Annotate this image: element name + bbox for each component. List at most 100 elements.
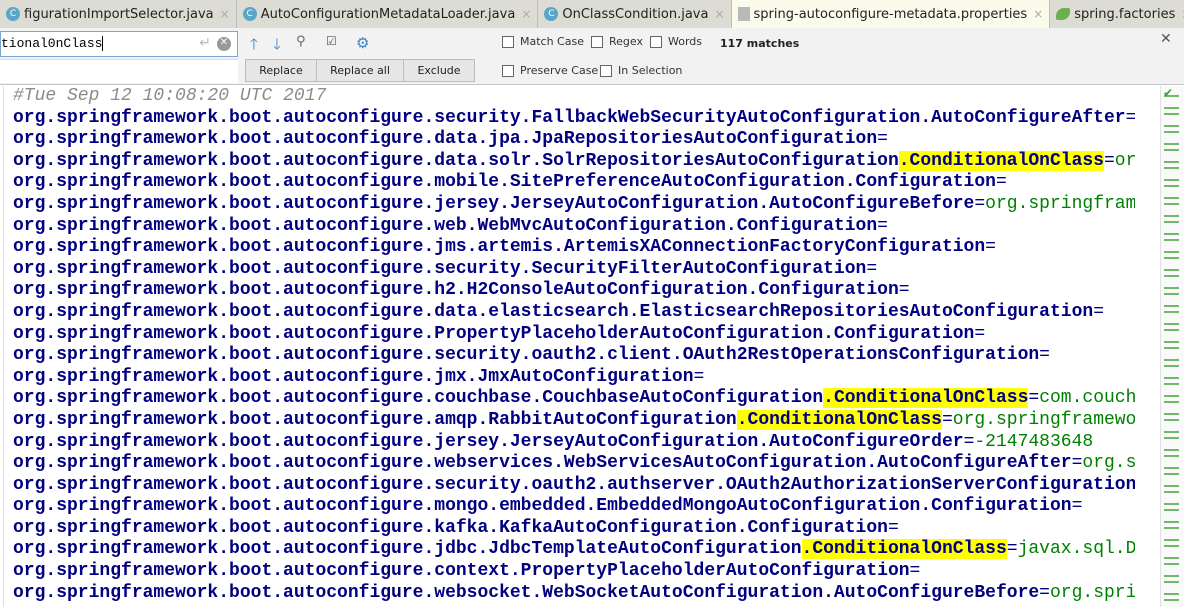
tab-3[interactable]: spring-autoconfigure-metadata.properties… [731, 0, 1051, 28]
match-marker[interactable] [1164, 383, 1179, 385]
match-marker[interactable] [1164, 107, 1179, 109]
match-marker[interactable] [1164, 197, 1179, 199]
match-marker[interactable] [1164, 167, 1179, 169]
match-marker[interactable] [1164, 275, 1179, 277]
replace-button[interactable]: Replace [245, 59, 317, 82]
close-tab-icon[interactable]: × [521, 7, 531, 21]
in-selection-checkbox[interactable]: In Selection [600, 64, 682, 77]
property-value: org.springframework.boot [1049, 582, 1135, 603]
java-class-icon: C [544, 7, 559, 21]
match-case-checkbox[interactable]: Match Case [502, 35, 584, 48]
match-marker[interactable] [1164, 419, 1179, 421]
match-marker[interactable] [1164, 437, 1179, 439]
code-editor[interactable]: #Tue Sep 12 10:08:20 UTC 2017 org.spring… [3, 86, 1135, 607]
property-key: org.springframework.boot.autoconfigure.h… [13, 280, 899, 301]
match-marker[interactable] [1164, 365, 1179, 367]
match-marker[interactable] [1164, 359, 1179, 361]
match-marker[interactable] [1164, 527, 1179, 529]
close-icon[interactable]: ✕ [1160, 31, 1172, 47]
error-stripe-scrollbar[interactable] [1160, 86, 1184, 607]
property-line: org.springframework.boot.autoconfigure.m… [4, 496, 1135, 518]
tab-1[interactable]: C AutoConfigurationMetadataLoader.java × [236, 0, 539, 28]
close-tab-icon[interactable]: × [714, 7, 724, 21]
property-key: org.springframework.boot.autoconfigure.s… [13, 474, 1135, 495]
match-marker[interactable] [1164, 185, 1179, 187]
preserve-case-checkbox[interactable]: Preserve Case [502, 64, 598, 77]
match-marker[interactable] [1164, 449, 1179, 451]
match-marker[interactable] [1164, 593, 1179, 595]
tab-4[interactable]: spring.factories× [1050, 0, 1184, 28]
match-marker[interactable] [1164, 239, 1179, 241]
property-key: org.springframework.boot.autoconfigure.P… [13, 323, 975, 344]
match-marker[interactable] [1164, 347, 1179, 349]
next-occurrence-icon[interactable]: 🡓 [273, 34, 281, 59]
property-value: org.apache.solr.client.solrj.SolrClient [1114, 150, 1135, 171]
match-marker[interactable] [1164, 563, 1179, 565]
property-line: org.springframework.boot.autoconfigure.h… [4, 280, 1135, 302]
tab-label: spring-autoconfigure-metadata.properties [753, 6, 1028, 22]
exclude-button[interactable]: Exclude [403, 59, 475, 82]
match-marker[interactable] [1164, 329, 1179, 331]
property-key: org.springframework.boot.autoconfigure.s… [13, 345, 1040, 366]
close-tab-icon[interactable]: × [1033, 7, 1043, 21]
property-key: org.springframework.boot.autoconfigure.k… [13, 517, 888, 538]
match-marker[interactable] [1164, 557, 1179, 559]
match-marker[interactable] [1164, 599, 1179, 601]
previous-occurrence-icon[interactable]: 🡑 [250, 34, 258, 59]
match-marker[interactable] [1164, 251, 1179, 253]
match-marker[interactable] [1164, 491, 1179, 493]
match-marker[interactable] [1164, 179, 1179, 181]
tab-0[interactable]: CfigurationImportSelector.java × [0, 0, 237, 28]
match-marker[interactable] [1164, 539, 1179, 541]
clear-icon[interactable]: ✕ [217, 37, 231, 51]
match-marker[interactable] [1164, 269, 1179, 271]
match-marker[interactable] [1164, 287, 1179, 289]
match-marker[interactable] [1164, 293, 1179, 295]
select-all-occurrences-icon[interactable]: ⚲ [296, 34, 306, 49]
match-marker[interactable] [1164, 341, 1179, 343]
match-case-label: Match Case [520, 35, 584, 48]
search-input[interactable]: tional0nClass ↵ ✕ [0, 31, 238, 57]
match-marker[interactable] [1164, 125, 1179, 127]
words-checkbox[interactable]: Words [650, 35, 702, 48]
replace-all-button[interactable]: Replace all [316, 59, 404, 82]
match-marker[interactable] [1164, 503, 1179, 505]
match-marker[interactable] [1164, 113, 1179, 115]
match-marker[interactable] [1164, 581, 1179, 583]
match-marker[interactable] [1164, 323, 1179, 325]
match-marker[interactable] [1164, 221, 1179, 223]
match-marker[interactable] [1164, 131, 1179, 133]
match-marker[interactable] [1164, 215, 1179, 217]
match-marker[interactable] [1164, 257, 1179, 259]
close-tab-icon[interactable]: × [220, 7, 230, 21]
match-marker[interactable] [1164, 485, 1179, 487]
find-replace-bar: tional0nClass ↵ ✕ 🡑 🡓 ⚲ ☑ ⚙ Replace Repl… [0, 28, 1184, 85]
replace-input[interactable] [0, 59, 238, 83]
match-marker[interactable] [1164, 545, 1179, 547]
match-marker[interactable] [1164, 311, 1179, 313]
match-marker[interactable] [1164, 431, 1179, 433]
match-marker[interactable] [1164, 575, 1179, 577]
match-marker[interactable] [1164, 413, 1179, 415]
match-marker[interactable] [1164, 203, 1179, 205]
match-marker[interactable] [1164, 233, 1179, 235]
filter-icon[interactable]: ☑ [326, 34, 337, 48]
match-marker[interactable] [1164, 161, 1179, 163]
property-key: org.springframework.boot.autoconfigure.m… [13, 172, 996, 193]
match-marker[interactable] [1164, 377, 1179, 379]
match-marker[interactable] [1164, 143, 1179, 145]
match-marker[interactable] [1164, 305, 1179, 307]
match-marker[interactable] [1164, 467, 1179, 469]
match-marker[interactable] [1164, 455, 1179, 457]
tab-2[interactable]: C OnClassCondition.java × [538, 0, 732, 28]
regex-checkbox[interactable]: Regex [591, 35, 643, 48]
settings-gear-icon[interactable]: ⚙ [356, 34, 369, 52]
match-marker[interactable] [1164, 473, 1179, 475]
match-marker[interactable] [1164, 521, 1179, 523]
match-marker[interactable] [1164, 149, 1179, 151]
property-key: org.springframework.boot.autoconfigure.j… [13, 366, 694, 387]
match-marker[interactable] [1164, 395, 1179, 397]
equals-sign: = [974, 323, 986, 344]
match-marker[interactable] [1164, 401, 1179, 403]
match-marker[interactable] [1164, 509, 1179, 511]
